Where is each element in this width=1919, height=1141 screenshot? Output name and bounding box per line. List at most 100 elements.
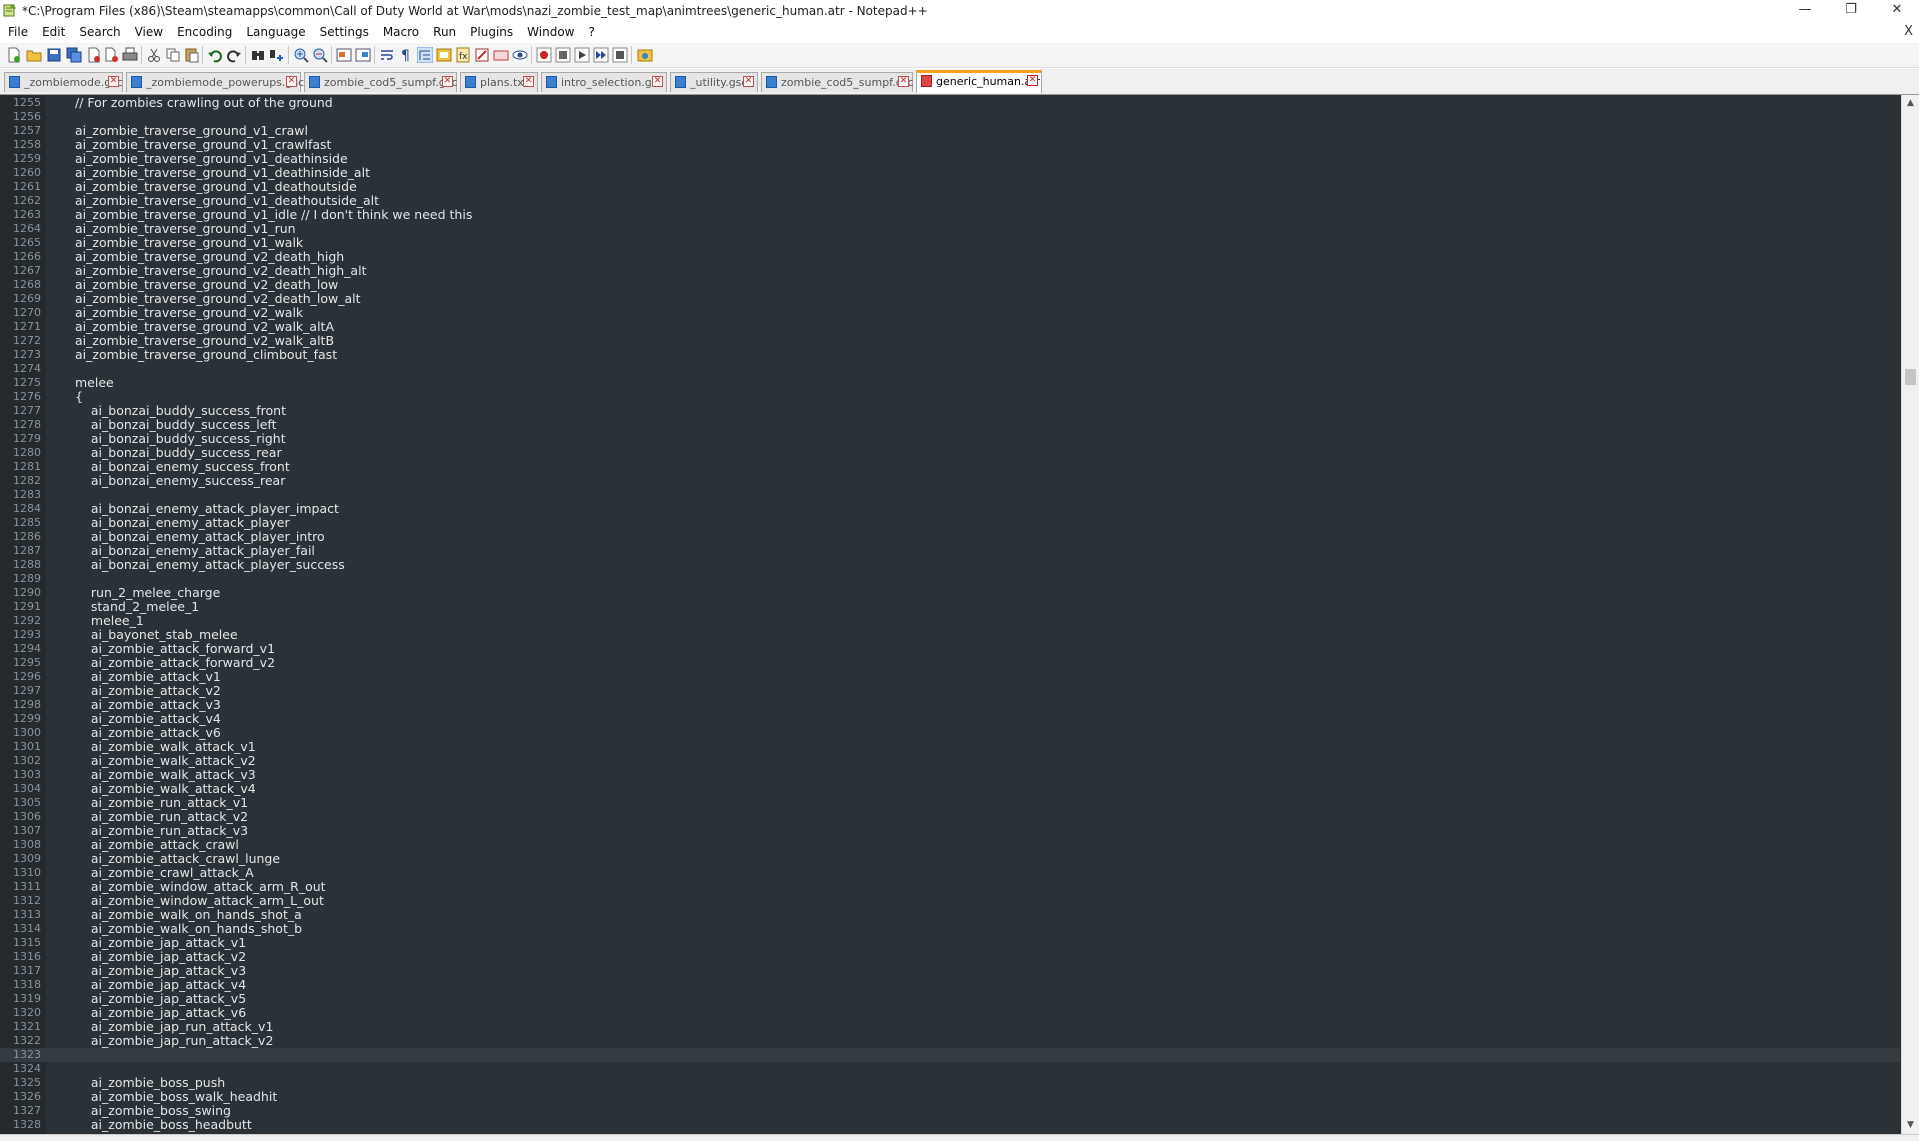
monitoring-icon[interactable] (512, 47, 528, 63)
code-line[interactable]: 1321 ai_zombie_jap_run_attack_v1 (0, 1020, 1900, 1034)
close-tab-icon[interactable]: ✕ (1027, 75, 1038, 86)
save-macro-icon[interactable] (612, 47, 628, 63)
code-line[interactable]: 1257 ai_zombie_traverse_ground_v1_crawl (0, 124, 1900, 138)
line-text[interactable]: ai_zombie_attack_crawl_lunge (75, 852, 280, 866)
line-text[interactable]: ai_bonzai_buddy_success_rear (75, 446, 282, 460)
minimize-button[interactable]: — (1782, 0, 1828, 22)
code-line[interactable]: 1320 ai_zombie_jap_attack_v6 (0, 1006, 1900, 1020)
menu-window[interactable]: Window (519, 22, 580, 39)
line-text[interactable]: ai_zombie_jap_attack_v3 (75, 964, 246, 978)
tab-intro-selection-gsc[interactable]: intro_selection.gsc ✕ (541, 72, 667, 92)
code-line[interactable]: 1263 ai_zombie_traverse_ground_v1_idle //… (0, 208, 1900, 222)
launch-in-browser-icon[interactable] (637, 47, 653, 63)
code-line[interactable]: 1277 ai_bonzai_buddy_success_front (0, 404, 1900, 418)
close-window-button[interactable]: ✕ (1874, 0, 1919, 22)
tab-zombie-cod5-sumpf-gsc[interactable]: zombie_cod5_sumpf.gsc ✕ (304, 72, 458, 92)
code-line[interactable]: 1270 ai_zombie_traverse_ground_v2_walk (0, 306, 1900, 320)
close-tab-icon[interactable]: ✕ (898, 76, 909, 87)
menu-search[interactable]: Search (71, 22, 126, 39)
line-text[interactable]: stand_2_melee_1 (75, 600, 199, 614)
sync-horizontal-icon[interactable] (355, 47, 371, 63)
code-editor[interactable]: 1255 // For zombies crawling out of the g… (0, 95, 1919, 1134)
line-text[interactable]: ai_zombie_traverse_ground_v2_death_low_a… (75, 292, 361, 306)
line-text[interactable]: ai_zombie_traverse_ground_v1_crawl (75, 124, 308, 138)
code-line[interactable]: 1299 ai_zombie_attack_v4 (0, 712, 1900, 726)
line-text[interactable]: ai_zombie_walk_on_hands_shot_b (75, 922, 302, 936)
line-text[interactable]: { (75, 390, 83, 404)
close-tab-icon[interactable]: ✕ (743, 76, 754, 87)
code-line[interactable]: 1292 melee_1 (0, 614, 1900, 628)
code-line[interactable]: 1256 (0, 110, 1900, 124)
code-line[interactable]: 1272 ai_zombie_traverse_ground_v2_walk_al… (0, 334, 1900, 348)
line-text[interactable]: ai_zombie_traverse_ground_v1_run (75, 222, 296, 236)
code-line[interactable]: 1297 ai_zombie_attack_v2 (0, 684, 1900, 698)
line-text[interactable]: ai_zombie_crawl_attack_A (75, 866, 254, 880)
show-all-characters-icon[interactable]: ¶ (398, 47, 414, 63)
line-text[interactable]: ai_zombie_attack_v1 (75, 670, 221, 684)
line-text[interactable]: ai_bayonet_stab_melee (75, 628, 238, 642)
line-text[interactable]: ai_zombie_run_attack_v3 (75, 824, 248, 838)
code-line[interactable]: 1255 // For zombies crawling out of the g… (0, 96, 1900, 110)
tab-utility-gsc[interactable]: _utility.gsc ✕ (670, 72, 758, 92)
code-line[interactable]: 1274 (0, 362, 1900, 376)
code-line[interactable]: 1318 ai_zombie_jap_attack_v4 (0, 978, 1900, 992)
tab-zombiemode-gsc[interactable]: _zombiemode.gsc ✕ (4, 72, 123, 92)
code-line[interactable]: 1312 ai_zombie_window_attack_arm_L_out (0, 894, 1900, 908)
code-line[interactable]: 1307 ai_zombie_run_attack_v3 (0, 824, 1900, 838)
code-line[interactable]: 1293 ai_bayonet_stab_melee (0, 628, 1900, 642)
line-text[interactable]: ai_zombie_traverse_ground_v1_deathoutsid… (75, 180, 357, 194)
line-text[interactable]: ai_bonzai_enemy_success_rear (75, 474, 285, 488)
line-text[interactable]: ai_zombie_window_attack_arm_L_out (75, 894, 324, 908)
code-line[interactable]: 1265 ai_zombie_traverse_ground_v1_walk (0, 236, 1900, 250)
line-text[interactable]: ai_zombie_jap_run_attack_v1 (75, 1020, 274, 1034)
code-line[interactable]: 1300 ai_zombie_attack_v6 (0, 726, 1900, 740)
line-text[interactable]: ai_zombie_jap_attack_v1 (75, 936, 246, 950)
code-line[interactable]: 1268 ai_zombie_traverse_ground_v2_death_l… (0, 278, 1900, 292)
line-text[interactable]: ai_zombie_traverse_ground_v2_death_high (75, 250, 344, 264)
code-line[interactable]: 1281 ai_bonzai_enemy_success_front (0, 460, 1900, 474)
code-line[interactable]: 1309 ai_zombie_attack_crawl_lunge (0, 852, 1900, 866)
close-tab-icon[interactable]: ✕ (652, 76, 663, 87)
line-text[interactable]: ai_zombie_walk_on_hands_shot_a (75, 908, 302, 922)
code-line[interactable]: 1306 ai_zombie_run_attack_v2 (0, 810, 1900, 824)
line-text[interactable]: melee_1 (75, 614, 144, 628)
code-line[interactable]: 1278 ai_bonzai_buddy_success_left (0, 418, 1900, 432)
line-text[interactable]: ai_zombie_traverse_ground_v1_deathinside… (75, 166, 370, 180)
line-text[interactable]: ai_zombie_walk_attack_v1 (75, 740, 256, 754)
line-text[interactable]: ai_zombie_traverse_ground_v2_walk (75, 306, 303, 320)
code-line[interactable]: 1322 ai_zombie_jap_run_attack_v2 (0, 1034, 1900, 1048)
undo-icon[interactable] (207, 47, 223, 63)
code-line[interactable]: 1264 ai_zombie_traverse_ground_v1_run (0, 222, 1900, 236)
indent-guide-icon[interactable] (417, 47, 433, 63)
new-file-icon[interactable] (6, 47, 22, 63)
code-line[interactable]: 1289 (0, 572, 1900, 586)
close-tab-icon[interactable]: ✕ (442, 76, 453, 87)
close-all-icon[interactable] (104, 47, 120, 63)
scroll-down-button[interactable]: ▼ (1902, 1117, 1919, 1134)
line-text[interactable]: ai_zombie_attack_v6 (75, 726, 221, 740)
line-text[interactable]: ai_zombie_traverse_ground_v1_walk (75, 236, 303, 250)
line-text[interactable]: // For zombies crawling out of the groun… (75, 96, 333, 110)
code-line[interactable]: 1287 ai_bonzai_enemy_attack_player_fail (0, 544, 1900, 558)
restore-button[interactable]: ❐ (1828, 0, 1874, 22)
word-wrap-icon[interactable] (379, 47, 395, 63)
code-line[interactable]: 1286 ai_bonzai_enemy_attack_player_intro (0, 530, 1900, 544)
code-line[interactable]: 1327 ai_zombie_boss_swing (0, 1104, 1900, 1118)
save-all-icon[interactable] (66, 47, 82, 63)
code-line[interactable]: 1279 ai_bonzai_buddy_success_right (0, 432, 1900, 446)
code-line[interactable]: 1315 ai_zombie_jap_attack_v1 (0, 936, 1900, 950)
code-line[interactable]: 1302 ai_zombie_walk_attack_v2 (0, 754, 1900, 768)
code-line[interactable]: 1290 run_2_melee_charge (0, 586, 1900, 600)
find-icon[interactable] (250, 47, 266, 63)
code-line[interactable]: 1258 ai_zombie_traverse_ground_v1_crawlfa… (0, 138, 1900, 152)
zoom-out-icon[interactable] (312, 47, 328, 63)
code-line[interactable]: 1311 ai_zombie_window_attack_arm_R_out (0, 880, 1900, 894)
menu-view[interactable]: View (127, 22, 169, 39)
line-text[interactable]: ai_zombie_walk_attack_v2 (75, 754, 256, 768)
menu-language[interactable]: Language (238, 22, 311, 39)
paste-icon[interactable] (184, 47, 200, 63)
code-line[interactable]: 1284 ai_bonzai_enemy_attack_player_impac… (0, 502, 1900, 516)
line-text[interactable]: ai_zombie_window_attack_arm_R_out (75, 880, 326, 894)
line-text[interactable]: ai_bonzai_enemy_attack_player_fail (75, 544, 315, 558)
code-line[interactable]: 1326 ai_zombie_boss_walk_headhit (0, 1090, 1900, 1104)
